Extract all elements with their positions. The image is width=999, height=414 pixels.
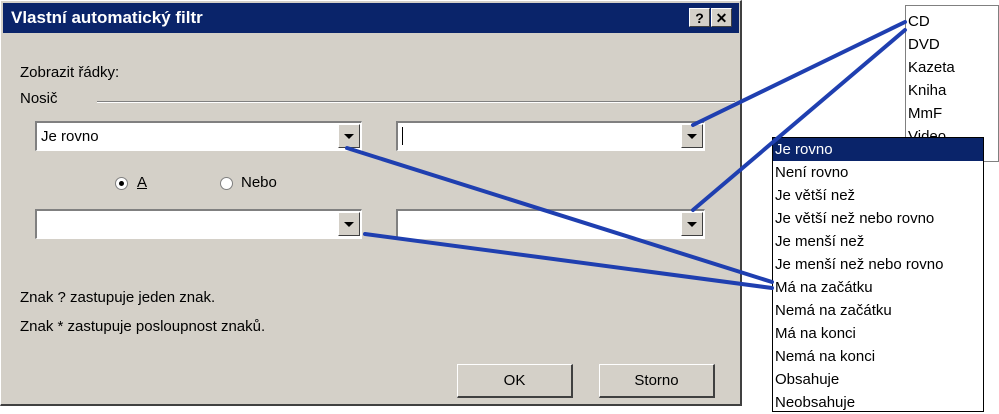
connector-line-values-top: [691, 20, 907, 127]
connector-line-values-bottom: [691, 28, 907, 212]
connector-line-operators-top: [345, 146, 774, 284]
connector-lines: [345, 20, 907, 290]
